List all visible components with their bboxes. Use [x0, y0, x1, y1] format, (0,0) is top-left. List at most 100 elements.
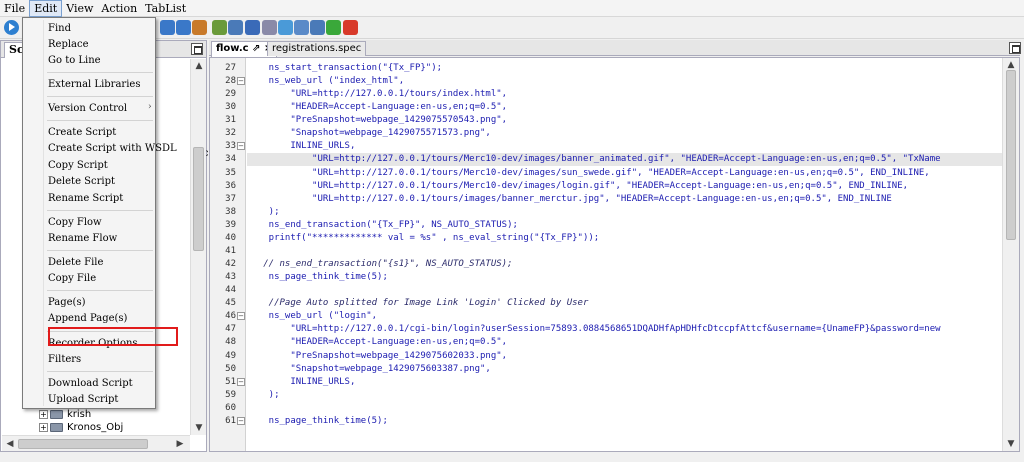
arrow-down-icon[interactable] — [160, 20, 175, 35]
code-line[interactable]: INLINE_URLS, — [247, 376, 355, 389]
code-line[interactable]: "HEADER=Accept-Language:en-us,en;q=0.5", — [247, 101, 507, 114]
line-number: 41 — [225, 246, 236, 256]
line-number: 46 — [225, 311, 236, 321]
scroll-thumb[interactable] — [1006, 70, 1016, 240]
editor-tabstrip: flow.c ⇗ × registrations.spec — [209, 40, 1020, 57]
menu-item-find[interactable]: Find — [48, 21, 71, 36]
fold-toggle-icon[interactable]: − — [237, 378, 245, 386]
code-line[interactable]: "URL=http://127.0.0.1/tours/Merc10-dev/i… — [247, 167, 930, 180]
restore-icon[interactable] — [191, 43, 203, 55]
code-line[interactable]: "URL=http://127.0.0.1/tours/images/banne… — [247, 193, 892, 206]
search-icon[interactable] — [228, 20, 243, 35]
code-line[interactable]: // ns_end_transaction("{s1}", NS_AUTO_ST… — [247, 258, 512, 271]
scroll-up-icon[interactable]: ▲ — [191, 59, 207, 73]
code-line[interactable]: printf("************* val = %s" , ns_eva… — [247, 232, 600, 245]
menu-divider — [43, 20, 44, 406]
code-line[interactable]: ); — [247, 389, 280, 402]
window-icon[interactable] — [294, 20, 309, 35]
stop-icon[interactable] — [343, 20, 358, 35]
tools-icon[interactable] — [192, 20, 207, 35]
fold-toggle-icon[interactable]: − — [237, 77, 245, 85]
menu-item-rename-flow[interactable]: Rename Flow — [48, 231, 117, 246]
record-icon[interactable] — [212, 20, 227, 35]
code-line[interactable]: ns_page_think_time(5); — [247, 415, 388, 428]
scroll-down-icon[interactable]: ▼ — [1003, 437, 1019, 451]
tab-registrations-spec[interactable]: registrations.spec — [267, 41, 367, 56]
fold-toggle-icon[interactable]: − — [237, 142, 245, 150]
scroll-thumb[interactable] — [193, 147, 204, 251]
code-line[interactable]: "PreSnapshot=webpage_1429075570543.png", — [247, 114, 507, 127]
code-line[interactable]: "URL=http://127.0.0.1/tours/Merc10-dev/i… — [247, 180, 908, 193]
document-icon[interactable] — [262, 20, 277, 35]
tree-item-kronos-obj[interactable]: + Kronos_Obj — [39, 421, 123, 434]
code-line[interactable]: ns_end_transaction("{Tx_FP}", NS_AUTO_ST… — [247, 219, 518, 232]
code-line[interactable]: "Snapshot=webpage_1429075571573.png", — [247, 127, 491, 140]
code-line[interactable]: ); — [247, 206, 280, 219]
tree-item-krish[interactable]: + krish — [39, 408, 91, 421]
line-number: 44 — [225, 285, 236, 295]
fold-toggle-icon[interactable]: − — [237, 312, 245, 320]
code-editor[interactable]: 27 28−29 30 31 32 33−34 35 36 37 38 39 40 41 42 43 44 45… — [209, 57, 1020, 452]
menu-separator — [47, 96, 153, 97]
code-line[interactable]: ns_web_url ("index_html", — [247, 75, 404, 88]
globe-icon[interactable] — [278, 20, 293, 35]
editor-vertical-scrollbar[interactable]: ▲ ▼ — [1002, 58, 1019, 451]
menu-item-filters[interactable]: Filters — [48, 352, 81, 367]
menu-separator — [47, 210, 153, 211]
line-number: 61 — [225, 416, 236, 426]
line-number: 45 — [225, 298, 236, 308]
menu-item-upload-script[interactable]: Upload Script — [48, 392, 118, 407]
menu-action[interactable]: Action — [97, 0, 141, 17]
menu-item-external-libraries[interactable]: External Libraries — [48, 77, 140, 92]
menu-item-go-to-line[interactable]: Go to Line — [48, 53, 101, 68]
code-line[interactable]: "Snapshot=webpage_1429075603387.png", — [247, 363, 491, 376]
scroll-left-icon[interactable]: ◀ — [2, 437, 18, 451]
code-line[interactable]: "PreSnapshot=webpage_1429075602033.png", — [247, 350, 507, 363]
edit-menu-dropdown: Find Replace Go to Line External Libraries V… — [22, 17, 178, 409]
code-line[interactable]: ns_web_url ("login", — [247, 310, 377, 323]
menu-item-copy-flow[interactable]: Copy Flow — [48, 215, 102, 230]
code-line[interactable]: "URL=http://127.0.0.1/cgi-bin/login?user… — [247, 323, 940, 336]
menu-item-version-control[interactable]: Version Control — [48, 101, 127, 116]
menu-item-delete-file[interactable]: Delete File — [48, 255, 103, 270]
menu-view[interactable]: View — [62, 0, 97, 17]
menu-item-copy-file[interactable]: Copy File — [48, 271, 96, 286]
menu-item-copy-script[interactable]: Copy Script — [48, 158, 108, 173]
restore-icon[interactable] — [1009, 42, 1021, 54]
code-area[interactable]: ns_start_transaction("{Tx_FP}"); ns_web_… — [247, 58, 1002, 451]
expand-icon[interactable]: + — [39, 423, 48, 432]
menu-item-delete-script[interactable]: Delete Script — [48, 174, 115, 189]
menu-edit[interactable]: Edit — [29, 0, 63, 17]
menu-item-rename-script[interactable]: Rename Script — [48, 191, 123, 206]
line-number: 31 — [225, 115, 236, 125]
refresh-icon[interactable] — [326, 20, 341, 35]
menu-item-create-script[interactable]: Create Script — [48, 125, 116, 140]
code-line[interactable]: //Page Auto splitted for Image Link 'Log… — [247, 297, 589, 310]
menu-item-download-script[interactable]: Download Script — [48, 376, 133, 391]
code-line[interactable]: ns_start_transaction("{Tx_FP}"); — [247, 62, 442, 75]
code-line[interactable]: "URL=http://127.0.0.1/tours/index.html", — [247, 88, 507, 101]
scroll-thumb[interactable] — [18, 439, 148, 449]
pin-icon[interactable]: ⇗ — [252, 43, 260, 54]
menu-item-page-s[interactable]: Page(s) — [48, 295, 86, 310]
menu-item-replace[interactable]: Replace — [48, 37, 89, 52]
scroll-right-icon[interactable]: ▶ — [172, 437, 188, 451]
menu-file[interactable]: File — [0, 0, 29, 17]
code-line[interactable]: "HEADER=Accept-Language:en-us,en;q=0.5", — [247, 336, 507, 349]
left-horizontal-scrollbar[interactable]: ◀ ▶ — [2, 435, 190, 451]
scroll-down-icon[interactable]: ▼ — [191, 421, 207, 435]
menu-item-create-script-with-wsdl[interactable]: Create Script with WSDL — [48, 141, 177, 156]
code-line[interactable]: INLINE_URLS, — [247, 140, 355, 153]
settings-icon[interactable] — [245, 20, 260, 35]
save-icon[interactable] — [310, 20, 325, 35]
menu-item-append-page-s[interactable]: Append Page(s) — [48, 311, 127, 326]
expand-icon[interactable]: + — [39, 410, 48, 419]
fold-toggle-icon[interactable]: − — [237, 417, 245, 425]
left-vertical-scrollbar[interactable]: ▲ ▼ — [190, 59, 206, 435]
menu-tablist[interactable]: TabList — [141, 0, 190, 17]
line-number: 38 — [225, 207, 236, 217]
run-icon[interactable] — [4, 20, 19, 35]
code-line[interactable]: "URL=http://127.0.0.1/tours/Merc10-dev/i… — [247, 153, 1002, 166]
arrow-up-icon[interactable] — [176, 20, 191, 35]
code-line[interactable]: ns_page_think_time(5); — [247, 271, 388, 284]
